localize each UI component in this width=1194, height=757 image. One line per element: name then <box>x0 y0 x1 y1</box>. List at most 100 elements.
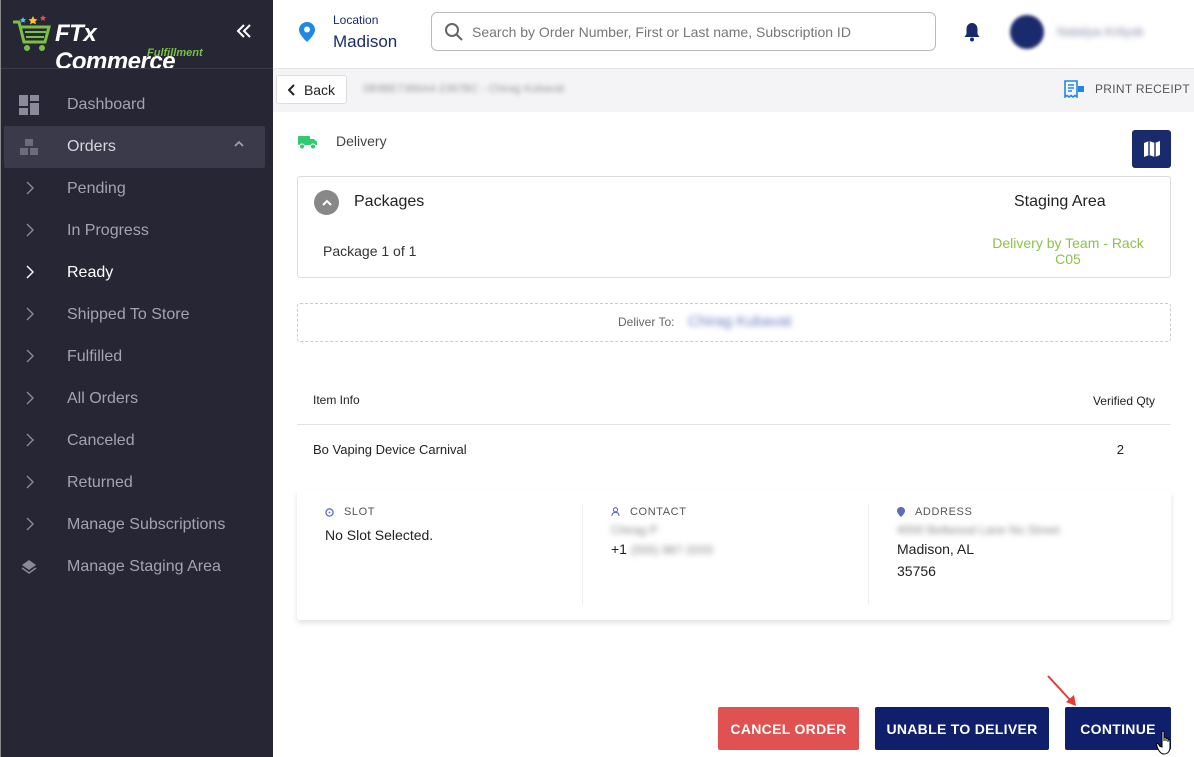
contact-heading: CONTACT <box>630 506 687 518</box>
contact-phone: (555) 987-3333 <box>630 543 713 557</box>
clock-icon <box>325 507 334 517</box>
staging-area-title: Staging Area <box>1014 193 1106 210</box>
sidebar-item-label: Orders <box>67 138 116 155</box>
sidebar-item-label: Shipped To Store <box>67 306 190 323</box>
sidebar-item-label: Canceled <box>67 432 135 449</box>
sidebar-item-ready[interactable]: Ready <box>1 252 274 294</box>
sidebar-divider <box>1 68 274 69</box>
bell-icon[interactable] <box>963 22 981 42</box>
items-table-header: Item Info Verified Qty <box>297 380 1171 425</box>
sub-header: Back 0B9BE7386A4-2387BC - Chirag Kubavat… <box>273 68 1194 112</box>
sidebar-item-dashboard[interactable]: Dashboard <box>1 84 274 126</box>
dashboard-icon <box>19 95 39 115</box>
item-verified-qty: 2 <box>1116 442 1124 457</box>
user-icon <box>611 507 620 517</box>
order-reference: 0B9BE7386A4-2387BC - Chirag Kubavat <box>363 83 565 95</box>
item-name: Bo Vaping Device Carnival <box>313 442 467 457</box>
search-icon <box>445 23 463 41</box>
avatar[interactable] <box>1010 15 1044 49</box>
slot-heading: SLOT <box>344 506 376 518</box>
chevron-right-icon <box>26 391 34 405</box>
location-pin-icon <box>299 22 315 42</box>
address-line-3: 35756 <box>897 563 936 579</box>
sidebar-item-in-progress[interactable]: In Progress <box>1 210 274 252</box>
chevron-right-icon <box>26 223 34 237</box>
print-receipt-label: PRINT RECEIPT <box>1094 82 1190 96</box>
sidebar-item-shipped-to-store[interactable]: Shipped To Store <box>1 294 274 336</box>
chevron-right-icon <box>26 307 34 321</box>
back-button-label: Back <box>303 81 336 98</box>
double-chevron-left-icon <box>236 24 251 38</box>
table-row: Bo Vaping Device Carnival 2 <box>297 425 1171 475</box>
address-line-1: 4000 Bellwood Lane No Street <box>897 523 1060 537</box>
location-selector[interactable]: Madison <box>333 32 397 52</box>
address-line-2: Madison, AL <box>897 541 975 557</box>
chevron-right-icon <box>26 475 34 489</box>
staging-area-value: Delivery by Team - Rack C05 <box>992 235 1144 267</box>
sidebar: FTx Commerce Fulfillment Dashboard Order… <box>0 0 274 757</box>
packages-title: Packages <box>354 193 425 210</box>
sidebar-item-label: Fulfilled <box>67 348 123 365</box>
chevron-right-icon <box>26 181 34 195</box>
chevron-up-icon <box>321 199 332 206</box>
unable-to-deliver-button[interactable]: UNABLE TO DELIVER <box>875 707 1049 750</box>
hand-cursor-icon <box>1156 730 1171 755</box>
package-count: Package 1 of 1 <box>323 243 417 259</box>
user-name[interactable]: Natalya Kritysk <box>1057 24 1144 39</box>
cart-logo-icon <box>13 15 51 51</box>
address-heading: ADDRESS <box>915 506 973 518</box>
brand-subtitle: Fulfillment <box>147 47 203 59</box>
sidebar-item-canceled[interactable]: Canceled <box>1 420 274 462</box>
sidebar-nav: Dashboard Orders Pending In Progress Rea… <box>1 84 274 588</box>
sidebar-item-label: Pending <box>67 180 126 197</box>
sidebar-item-label: Manage Staging Area <box>67 558 221 575</box>
sidebar-item-manage-staging-area[interactable]: Manage Staging Area <box>1 546 274 588</box>
column-header-item-info: Item Info <box>313 393 360 407</box>
address-column: ADDRESS 4000 Bellwood Lane No Street Mad… <box>897 504 1157 604</box>
contact-column: CONTACT Chirag P +1 (555) 987-3333 <box>611 504 861 604</box>
sidebar-item-fulfilled[interactable]: Fulfilled <box>1 336 274 378</box>
slot-value: No Slot Selected. <box>325 527 434 543</box>
map-icon <box>1143 141 1160 157</box>
top-header: Location Madison Natalya Kritysk <box>273 0 1194 68</box>
deliver-to-name: Chirag Kubavat <box>688 313 792 330</box>
collapse-sidebar-button[interactable] <box>235 22 257 44</box>
column-divider <box>868 504 869 604</box>
sidebar-item-manage-subscriptions[interactable]: Manage Subscriptions <box>1 504 274 546</box>
sidebar-item-pending[interactable]: Pending <box>1 168 274 210</box>
sidebar-item-label: Dashboard <box>67 96 146 113</box>
sidebar-item-label: Manage Subscriptions <box>67 516 226 533</box>
sidebar-item-orders[interactable]: Orders <box>4 126 265 168</box>
sidebar-item-label: Returned <box>67 474 133 491</box>
chevron-right-icon <box>26 433 34 447</box>
chevron-right-icon <box>26 265 34 279</box>
print-receipt-button[interactable]: PRINT RECEIPT <box>1063 80 1190 98</box>
map-button[interactable] <box>1132 130 1171 168</box>
sidebar-item-returned[interactable]: Returned <box>1 462 274 504</box>
column-divider <box>582 504 583 604</box>
column-header-verified-qty: Verified Qty <box>1092 394 1155 408</box>
layers-icon <box>21 560 37 574</box>
delivery-type-label: Delivery <box>336 133 387 149</box>
search-bar[interactable] <box>431 12 936 51</box>
sidebar-item-label: In Progress <box>67 222 149 239</box>
chevron-right-icon <box>26 349 34 363</box>
search-input[interactable] <box>472 21 922 43</box>
chevron-left-icon <box>287 83 295 96</box>
location-label: Location <box>333 13 379 27</box>
receipt-icon <box>1064 80 1084 98</box>
sidebar-item-label: Ready <box>67 264 114 281</box>
chevron-right-icon <box>26 517 34 531</box>
collapse-packages-button[interactable] <box>314 190 339 215</box>
brand-logo[interactable]: FTx Commerce Fulfillment <box>9 6 209 75</box>
sidebar-item-all-orders[interactable]: All Orders <box>1 378 274 420</box>
back-button[interactable]: Back <box>276 75 347 104</box>
sidebar-item-label: All Orders <box>67 390 139 407</box>
cancel-order-button[interactable]: CANCEL ORDER <box>718 707 859 750</box>
packages-panel: Packages Staging Area Package 1 of 1 Del… <box>297 176 1171 278</box>
chevron-up-icon <box>234 140 244 147</box>
slot-column: SLOT No Slot Selected. <box>325 504 575 604</box>
deliver-to-label: Deliver To: <box>618 315 675 329</box>
delivery-info-card: SLOT No Slot Selected. CONTACT Chirag P … <box>297 490 1171 620</box>
deliver-to-box: Deliver To: Chirag Kubavat <box>297 303 1171 342</box>
